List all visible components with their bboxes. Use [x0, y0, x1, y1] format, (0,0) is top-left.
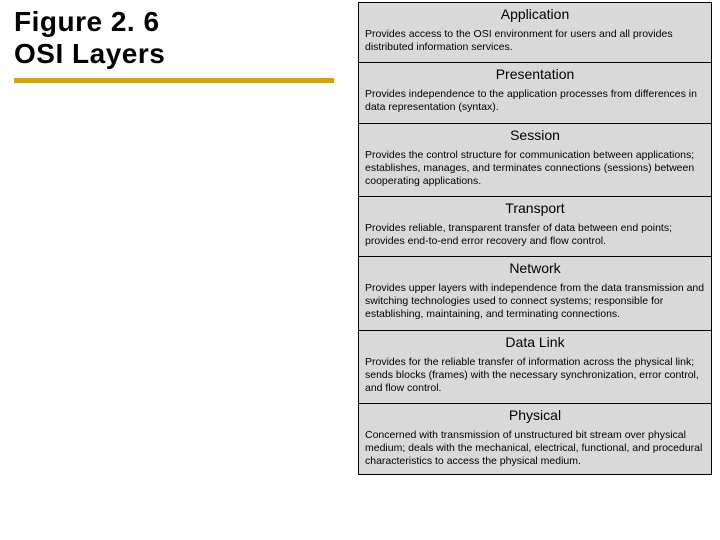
- layer-desc: Provides access to the OSI environment f…: [359, 24, 711, 62]
- layer-desc: Concerned with transmission of unstructu…: [359, 425, 711, 474]
- layer-physical: Physical Concerned with transmission of …: [358, 403, 712, 475]
- title-underline: [14, 78, 334, 83]
- figure-title-line1: Figure 2. 6: [14, 6, 334, 38]
- layer-title: Presentation: [359, 63, 711, 84]
- layer-title: Network: [359, 257, 711, 278]
- layer-presentation: Presentation Provides independence to th…: [358, 62, 712, 123]
- layer-title: Application: [359, 3, 711, 24]
- layer-transport: Transport Provides reliable, transparent…: [358, 196, 712, 257]
- layer-desc: Provides for the reliable transfer of in…: [359, 352, 711, 403]
- osi-stack: Application Provides access to the OSI e…: [350, 2, 720, 475]
- layer-desc: Provides the control structure for commu…: [359, 145, 711, 196]
- layer-title: Data Link: [359, 331, 711, 352]
- figure-title-line2: OSI Layers: [14, 38, 334, 70]
- layer-application: Application Provides access to the OSI e…: [358, 2, 712, 63]
- layer-session: Session Provides the control structure f…: [358, 123, 712, 197]
- layer-desc: Provides independence to the application…: [359, 84, 711, 122]
- figure-title-block: Figure 2. 6 OSI Layers: [14, 6, 334, 83]
- layer-desc: Provides reliable, transparent transfer …: [359, 218, 711, 256]
- layer-title: Physical: [359, 404, 711, 425]
- osi-stack-wrap: Application Provides access to the OSI e…: [350, 0, 720, 540]
- layer-title: Session: [359, 124, 711, 145]
- layer-network: Network Provides upper layers with indep…: [358, 256, 712, 330]
- layer-title: Transport: [359, 197, 711, 218]
- layer-data-link: Data Link Provides for the reliable tran…: [358, 330, 712, 404]
- layer-desc: Provides upper layers with independence …: [359, 278, 711, 329]
